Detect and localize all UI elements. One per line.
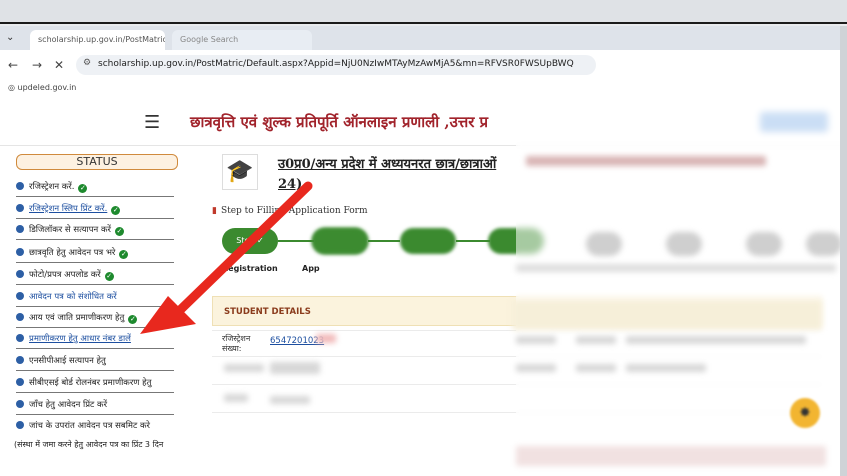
bullet-icon [16, 378, 24, 386]
step-label-registration: Registration [222, 264, 278, 273]
bookmarks-bar: ◎ updeled.gov.in [0, 80, 847, 96]
bullet-icon [16, 204, 24, 212]
blurred-value [316, 334, 336, 343]
address-bar-row: ← → ✕ ⚙ scholarship.up.gov.in/PostMatric… [0, 50, 847, 80]
url-input[interactable]: ⚙ scholarship.up.gov.in/PostMatric/Defau… [76, 55, 596, 75]
bookmark-globe-icon: ◎ [8, 83, 15, 92]
floating-action-button[interactable]: ✸ [790, 398, 820, 428]
registration-label: रजिस्ट्रेशन संख्या: [222, 334, 251, 353]
sidebar-item-label: रजिस्ट्रेशन स्लिप प्रिंट करें. [29, 204, 108, 214]
step-connector [456, 240, 490, 242]
sidebar-item-label: छात्रवृति हेतु आवेदन पत्र भरे [29, 248, 116, 258]
sidebar-item-aadhaar[interactable]: प्रमाणीकरण हेतु आधार नंबर डालें [16, 328, 174, 349]
browser-tab-strip: ⌄ scholarship.up.gov.in/PostMatric Googl… [0, 26, 847, 50]
sidebar-item-label: प्रमाणीकरण हेतु आधार नंबर डालें [29, 334, 131, 344]
sidebar-item-label: सीबीएसई बोर्ड रोलनंबर प्रमाणीकरण हेतु [29, 378, 152, 388]
step-registration-pill[interactable]: Step ✓ [222, 228, 278, 254]
forward-icon[interactable]: → [32, 58, 42, 72]
site-info-icon[interactable]: ⚙ [83, 58, 91, 68]
browser-tab-active[interactable]: scholarship.up.gov.in/PostMatric [30, 30, 165, 50]
bookmark-link[interactable]: updeled.gov.in [18, 83, 77, 92]
bullet-icon [16, 292, 24, 300]
sidebar-item-label: जांच के उपरांत आवेदन पत्र सबमिट करे [29, 421, 150, 431]
sidebar-item-label: रजिस्ट्रेशन करें. [29, 182, 75, 192]
sidebar-item-edit-form[interactable]: आवेदन पत्र को संशोधित करें [16, 286, 174, 307]
sidebar-item-label: आवेदन पत्र को संशोधित करें [29, 292, 117, 302]
sidebar-item-label: फोटो/प्रपत्र अपलोड करें [29, 270, 101, 280]
screen-frame: ⌄ scholarship.up.gov.in/PostMatric Googl… [0, 0, 847, 476]
step-documents-pill[interactable] [400, 228, 456, 254]
blurred-value [270, 396, 310, 404]
site-title: छात्रवृत्ति एवं शुल्क प्रतिपूर्ति ऑनलाइन… [190, 113, 489, 131]
status-heading: STATUS [16, 154, 178, 170]
check-icon: ✓ [78, 184, 88, 193]
bullet-icon [16, 270, 24, 278]
bullet-icon [16, 421, 24, 429]
sidebar-item-upload[interactable]: फोटो/प्रपत्र अपलोड करें ✓ [16, 264, 174, 285]
menu-icon[interactable]: ☰ [144, 112, 160, 133]
bullet-icon [16, 248, 24, 256]
step-connector [368, 240, 400, 242]
check-icon: ✓ [104, 272, 114, 281]
graduation-cap-icon: 🎓 [222, 154, 258, 190]
bullet-icon [16, 334, 24, 342]
steps-heading-text: Step to Filling Application Form [220, 206, 368, 216]
url-text: scholarship.up.gov.in/PostMatric/Default… [98, 59, 574, 69]
sidebar-item-registration[interactable]: रजिस्ट्रेशन करें. ✓ [16, 176, 174, 197]
sidebar-item-label: डिजिलॉकर से सत्यापन करें [29, 225, 111, 235]
check-icon: ✓ [128, 315, 138, 324]
scheme-title-line2: 24) [278, 177, 303, 192]
sidebar-item-digilocker[interactable]: डिजिलॉकर से सत्यापन करें ✓ [16, 219, 174, 240]
bullet-icon [16, 313, 24, 321]
sidebar-item-label: जाँच हेतु आवेदन प्रिंट करें [29, 400, 108, 410]
sidebar-item-note: (संस्था में जमा करने हेतु आवेदन पत्र का … [14, 434, 172, 455]
sidebar-item-cbse[interactable]: सीबीएसई बोर्ड रोलनंबर प्रमाणीकरण हेतु [16, 372, 174, 393]
bullet-icon [16, 400, 24, 408]
check-icon: ✓ [114, 227, 124, 236]
pdf-icon: ▮ [212, 206, 217, 216]
steps-heading: ▮ Step to Filling Application Form [212, 206, 368, 216]
sidebar-item-submit[interactable]: जांच के उपरांत आवेदन पत्र सबमिट करे [16, 415, 174, 436]
check-icon: ✓ [111, 206, 121, 215]
tab-search-icon[interactable]: ⌄ [6, 32, 14, 43]
sidebar-item-print-slip[interactable]: रजिस्ट्रेशन स्लिप प्रिंट करें. ✓ [16, 198, 174, 219]
stop-icon[interactable]: ✕ [54, 58, 64, 72]
student-details-title: STUDENT DETAILS [224, 307, 311, 317]
check-icon: ✓ [119, 250, 129, 259]
bullet-icon [16, 225, 24, 233]
right-edge [840, 26, 847, 476]
bullet-icon [16, 182, 24, 190]
window-top-bar [0, 0, 847, 24]
scheme-title: उ0प्र0/अन्य प्रदेश में अध्ययनरत छात्र/छा… [278, 155, 518, 195]
sidebar-item-label: आय एवं जाति प्रमाणीकरण हेतु [29, 313, 125, 323]
sidebar-item-print-check[interactable]: जाँच हेतु आवेदन प्रिंट करें [16, 394, 174, 415]
sidebar-item-income-caste[interactable]: आय एवं जाति प्रमाणीकरण हेतु ✓ [16, 307, 174, 328]
scheme-title-line1: उ0प्र0/अन्य प्रदेश में अध्ययनरत छात्र/छा… [278, 157, 497, 172]
blurred-label [224, 364, 264, 372]
blurred-label [224, 394, 248, 402]
browser-tab-google[interactable]: Google Search [172, 30, 312, 50]
blurred-step [312, 228, 368, 254]
bullet-icon [16, 356, 24, 364]
sidebar-item-label: (संस्था में जमा करने हेतु आवेदन पत्र का … [14, 440, 164, 449]
sidebar-item-fill-form[interactable]: छात्रवृति हेतु आवेदन पत्र भरे ✓ [16, 242, 174, 263]
sidebar-item-npci[interactable]: एनसीपीआई सत्यापन हेतु [16, 350, 174, 371]
step-connector [278, 240, 314, 242]
step-label-application: App [302, 264, 320, 273]
sidebar-item-label: एनसीपीआई सत्यापन हेतु [29, 356, 106, 366]
blurred-value [270, 362, 320, 374]
back-icon[interactable]: ← [8, 58, 18, 72]
